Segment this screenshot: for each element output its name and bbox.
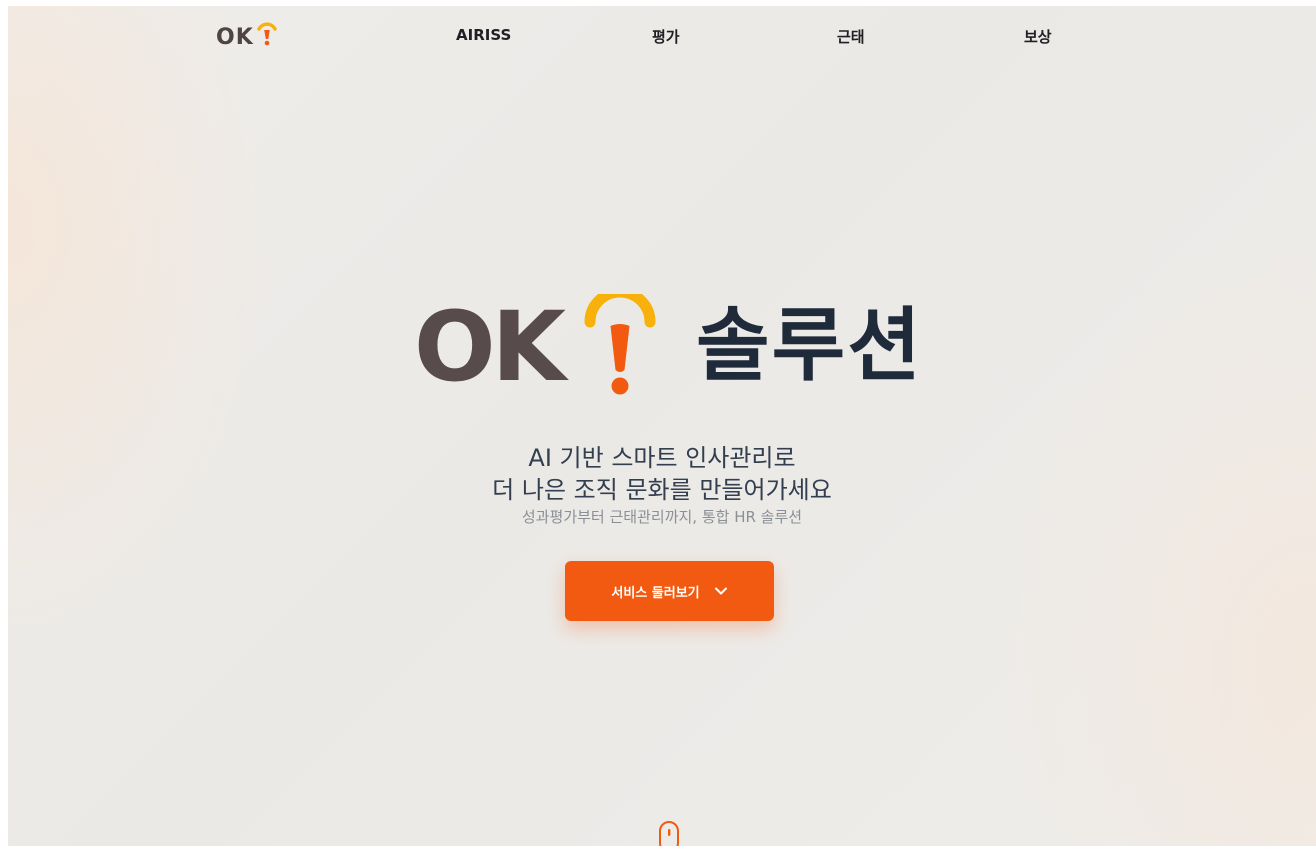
nav-item-evaluation[interactable]: 평가 (652, 26, 680, 47)
nav-item-attendance[interactable]: 근태 (837, 26, 865, 47)
nav-logo-text: OK (216, 24, 254, 50)
hero-headline-line1: AI 기반 스마트 인사관리로 (528, 444, 796, 472)
nav-logo[interactable]: OK (216, 22, 278, 52)
explore-services-button[interactable]: 서비스 둘러보기 (565, 561, 774, 621)
exclamation-arc-icon (256, 20, 278, 50)
hero-logo: OK 솔루션 (414, 286, 974, 403)
hero-subline: 성과평가부터 근태관리까지, 통합 HR 솔루션 (521, 508, 803, 526)
hero-headline-line2: 더 나은 조직 문화를 만들어가세요 (492, 476, 832, 504)
nav-item-reward[interactable]: 보상 (1024, 26, 1052, 47)
mouse-scroll-icon[interactable] (658, 820, 680, 846)
explore-services-label: 서비스 둘러보기 (611, 585, 700, 601)
hero-logo-text: OK (414, 291, 566, 403)
hero-title: 솔루션 (696, 299, 923, 392)
hero-exclamation-arc-icon (582, 286, 658, 402)
top-nav: OK AIRISS 평가 근태 보상 (8, 6, 1316, 66)
nav-item-airiss[interactable]: AIRISS (456, 26, 511, 44)
landing-page: OK AIRISS 평가 근태 보상 OK 솔루션 AI 기반 스마트 인사관리… (8, 6, 1316, 846)
chevron-down-icon (714, 586, 728, 596)
